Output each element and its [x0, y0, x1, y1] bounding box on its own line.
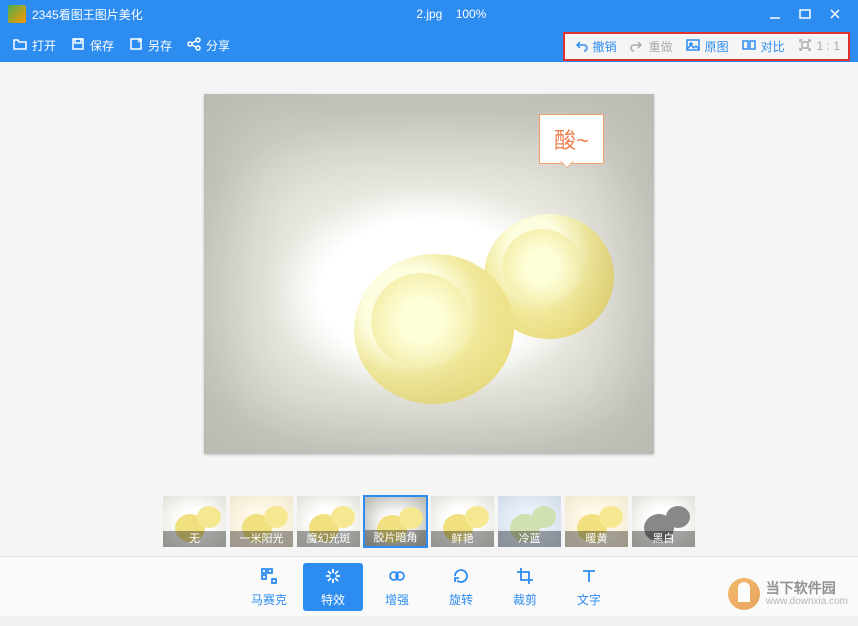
- redo-button[interactable]: 重做: [629, 37, 673, 56]
- tool-label: 裁剪: [513, 591, 537, 608]
- tool-label: 马赛克: [251, 591, 287, 608]
- fx-icon: [323, 566, 343, 589]
- undo-button[interactable]: 撤销: [573, 37, 617, 56]
- tool-label: 增强: [385, 591, 409, 608]
- undo-icon: [573, 37, 589, 56]
- tool-text-button[interactable]: 文字: [559, 563, 619, 611]
- one-to-one-label: 1 : 1: [817, 39, 840, 53]
- tool-label: 旋转: [449, 591, 473, 608]
- saveas-button[interactable]: 另存: [128, 36, 172, 55]
- watermark-url: www.downxia.com: [766, 596, 848, 608]
- open-button[interactable]: 打开: [12, 36, 56, 55]
- share-icon: [186, 36, 202, 55]
- filter-label: 无: [163, 531, 226, 547]
- toolbar: 打开 保存 另存 分享 撤销 重做 原图 对比: [0, 28, 858, 62]
- close-button[interactable]: [820, 0, 850, 28]
- save-icon: [70, 36, 86, 55]
- speech-bubble-sticker[interactable]: 酸~: [539, 114, 604, 164]
- filter-label: 黑白: [632, 531, 695, 547]
- watermark: 当下软件园 www.downxia.com: [728, 578, 848, 610]
- text-icon: [579, 566, 599, 589]
- undo-label: 撤销: [593, 38, 617, 55]
- open-label: 打开: [32, 37, 56, 54]
- compare-icon: [741, 37, 757, 56]
- filter-label: 胶片暗角: [365, 530, 426, 546]
- tool-label: 特效: [321, 591, 345, 608]
- filter-thumb-1[interactable]: 一米阳光: [229, 495, 294, 548]
- filter-thumb-5[interactable]: 冷蓝: [497, 495, 562, 548]
- fit-icon: [797, 37, 813, 56]
- share-button[interactable]: 分享: [186, 36, 230, 55]
- filter-label: 冷蓝: [498, 531, 561, 547]
- tool-fx-button[interactable]: 特效: [303, 563, 363, 611]
- tool-rotate-button[interactable]: 旋转: [431, 563, 491, 611]
- compare-button[interactable]: 对比: [741, 37, 785, 56]
- folder-open-icon: [12, 36, 28, 55]
- tool-crop-button[interactable]: 裁剪: [495, 563, 555, 611]
- canvas-area: 酸~: [0, 62, 858, 486]
- original-label: 原图: [705, 38, 729, 55]
- filter-thumb-4[interactable]: 鲜艳: [430, 495, 495, 548]
- tool-enhance-button[interactable]: 增强: [367, 563, 427, 611]
- filter-strip: 无一米阳光魔幻光斑胶片暗角鲜艳冷蓝暖黄黑白: [0, 486, 858, 556]
- crop-icon: [515, 566, 535, 589]
- filter-label: 一米阳光: [230, 531, 293, 547]
- filter-thumb-6[interactable]: 暖黄: [564, 495, 629, 548]
- filter-label: 魔幻光斑: [297, 531, 360, 547]
- speech-bubble-text: 酸~: [554, 128, 589, 153]
- save-label: 保存: [90, 37, 114, 54]
- compare-label: 对比: [761, 38, 785, 55]
- share-label: 分享: [206, 37, 230, 54]
- app-title: 2345看图王图片美化: [32, 6, 143, 23]
- enhance-icon: [387, 566, 407, 589]
- rotate-icon: [451, 566, 471, 589]
- image-icon: [685, 37, 701, 56]
- filter-thumb-0[interactable]: 无: [162, 495, 227, 548]
- filter-label: 鲜艳: [431, 531, 494, 547]
- one-to-one-button[interactable]: 1 : 1: [797, 37, 840, 56]
- bottom-toolbar: 马赛克 特效 增强 旋转 裁剪 文字 当下软件园 www.downxia.com: [0, 556, 858, 616]
- tool-label: 文字: [577, 591, 601, 608]
- original-button[interactable]: 原图: [685, 37, 729, 56]
- zoom-label: 100%: [456, 7, 487, 21]
- title-center: 2.jpg 100%: [143, 7, 760, 21]
- titlebar: 2345看图王图片美化 2.jpg 100%: [0, 0, 858, 28]
- filename-label: 2.jpg: [416, 7, 442, 21]
- tool-mosaic-button[interactable]: 马赛克: [239, 563, 299, 611]
- toolbar-right-highlighted: 撤销 重做 原图 对比 1 : 1: [563, 32, 850, 61]
- filter-thumb-3[interactable]: 胶片暗角: [363, 495, 428, 548]
- filter-thumb-7[interactable]: 黑白: [631, 495, 696, 548]
- watermark-name: 当下软件园: [766, 580, 848, 597]
- maximize-button[interactable]: [790, 0, 820, 28]
- minimize-button[interactable]: [760, 0, 790, 28]
- main-image[interactable]: 酸~: [204, 94, 654, 454]
- mosaic-icon: [259, 566, 279, 589]
- filter-label: 暖黄: [565, 531, 628, 547]
- save-button[interactable]: 保存: [70, 36, 114, 55]
- saveas-label: 另存: [148, 37, 172, 54]
- saveas-icon: [128, 36, 144, 55]
- filter-thumb-2[interactable]: 魔幻光斑: [296, 495, 361, 548]
- redo-icon: [629, 37, 645, 56]
- redo-label: 重做: [649, 38, 673, 55]
- app-logo-icon: [8, 5, 26, 23]
- watermark-logo-icon: [728, 578, 760, 610]
